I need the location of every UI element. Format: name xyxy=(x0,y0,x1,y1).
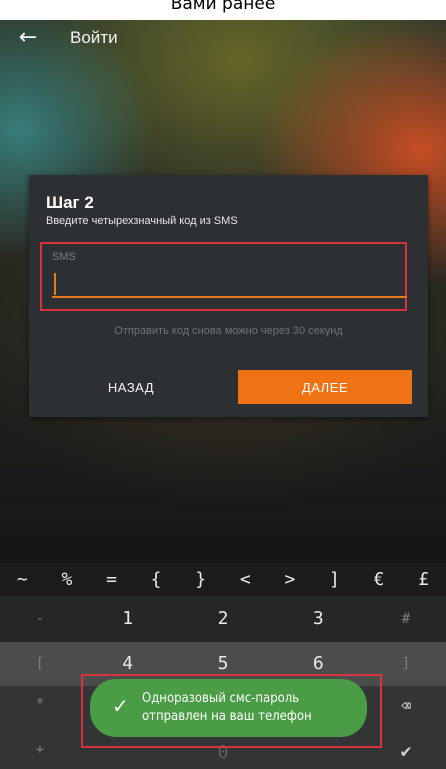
key-plus[interactable]: + xyxy=(0,742,80,758)
sms-field-highlight: SMS xyxy=(40,242,407,311)
app-screen: ← Войти Шаг 2 Введите четырехзначный код… xyxy=(0,20,446,769)
text-cursor xyxy=(54,273,56,295)
sms-field-label: SMS xyxy=(52,251,76,263)
key-greater-than[interactable]: > xyxy=(268,563,313,596)
key-tilde[interactable]: ~ xyxy=(0,563,45,596)
toast-message: Одноразовый смс-пароль отправлен на ваш … xyxy=(142,691,312,724)
next-button[interactable]: ДАЛЕЕ xyxy=(238,370,412,404)
key-pound[interactable]: £ xyxy=(401,563,446,596)
keyboard-row-1: - 1 2 3 # xyxy=(0,596,446,642)
key-hash[interactable]: # xyxy=(366,596,446,642)
key-less-than[interactable]: < xyxy=(223,563,268,596)
keyboard-symbol-row: ~ % = { } < > ] € £ xyxy=(0,563,446,596)
dialog-title: Шаг 2 xyxy=(46,193,94,212)
check-icon: ✓ xyxy=(112,694,129,718)
key-percent[interactable]: % xyxy=(45,563,90,596)
key-1[interactable]: 1 xyxy=(80,596,175,642)
caption-text: Вами ранее xyxy=(0,0,446,20)
resend-countdown-text: Отправить код снова можно через 30 секун… xyxy=(114,325,343,337)
sms-sent-toast: ✓ Одноразовый смс-пароль отправлен на ва… xyxy=(90,679,367,737)
key-equals[interactable]: = xyxy=(89,563,134,596)
key-left-brace[interactable]: { xyxy=(134,563,179,596)
key-euro[interactable]: € xyxy=(357,563,402,596)
key-3[interactable]: 3 xyxy=(271,596,366,642)
page-title: Войти xyxy=(70,28,118,47)
key-minus[interactable]: - xyxy=(0,596,80,642)
key-right-bracket[interactable]: ] xyxy=(312,563,357,596)
key-right-brace[interactable]: } xyxy=(178,563,223,596)
back-button[interactable]: НАЗАД xyxy=(46,370,216,404)
key-asterisk[interactable]: * xyxy=(0,696,80,712)
top-app-bar: ← Войти xyxy=(0,20,446,60)
key-left-bracket[interactable]: [ xyxy=(0,642,80,686)
sms-step-dialog: Шаг 2 Введите четырехзначный код из SMS … xyxy=(29,175,428,417)
dialog-subtitle: Введите четырехзначный код из SMS xyxy=(46,215,238,227)
key-2[interactable]: 2 xyxy=(175,596,270,642)
key-column-left: * + xyxy=(0,686,80,769)
arrow-left-icon[interactable]: ← xyxy=(14,24,42,52)
sms-code-input[interactable] xyxy=(52,270,407,298)
